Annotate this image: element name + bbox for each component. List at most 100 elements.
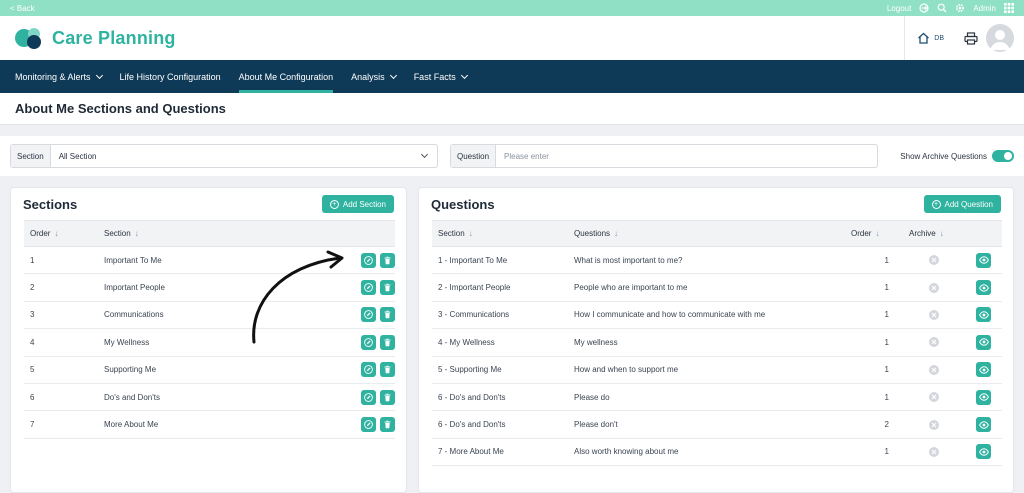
nav-monitoring-alerts[interactable]: Monitoring & Alerts [15,60,103,93]
view-question-button[interactable] [976,252,991,268]
section-order-cell: 7 [24,410,98,439]
trash-icon [384,365,391,374]
close-icon [931,339,937,345]
sort-arrow-icon[interactable]: ↓ [135,229,139,238]
back-link[interactable]: < Back [10,4,887,13]
print-button[interactable] [956,31,986,45]
table-row[interactable]: 7 More About Me [24,410,395,439]
questions-table: Section ↓ Questions ↓ Order ↓ Archive ↓ 1 - … [432,220,1002,467]
archive-button[interactable] [929,446,939,457]
archive-button[interactable] [929,255,939,266]
view-question-button[interactable] [976,362,991,378]
edit-section-button[interactable] [361,307,376,323]
table-row[interactable]: 2 - Important People People who are impor… [432,273,1002,302]
section-order-cell: 6 [24,383,98,412]
delete-section-button[interactable] [380,362,395,378]
trash-icon [384,338,391,347]
table-row[interactable]: 5 - Supporting Me How and when to support… [432,356,1002,384]
sort-arrow-icon[interactable]: ↓ [875,229,879,238]
apps-grid-icon[interactable] [1004,3,1014,13]
column-header-order[interactable]: Order ↓ [845,220,903,247]
view-question-button[interactable] [976,444,991,460]
section-filter-value[interactable]: All Section [51,145,422,167]
edit-section-button[interactable] [361,252,376,268]
archive-button[interactable] [929,282,939,293]
column-header-archive[interactable]: Archive ↓ [903,220,965,247]
view-question-button[interactable] [976,280,991,296]
column-header-order[interactable]: Order ↓ [24,220,98,247]
edit-section-button[interactable] [361,334,376,350]
archive-button[interactable] [929,364,939,375]
delete-section-button[interactable] [380,280,395,296]
question-text-cell: How I communicate and how to communicate… [568,301,845,330]
section-actions-cell [332,356,395,384]
edit-section-button[interactable] [361,280,376,296]
view-question-button[interactable] [976,389,991,405]
question-section-cell: 3 - Communications [432,301,568,330]
question-section-cell: 6 - Do's and Don'ts [432,410,568,439]
add-question-button[interactable]: + Add Question [923,195,1001,213]
section-order-cell: 4 [24,328,98,357]
table-row[interactable]: 3 - Communications How I communicate and … [432,301,1002,330]
edit-section-button[interactable] [361,417,376,433]
section-filter[interactable]: Section All Section [10,144,438,168]
eye-icon [978,393,989,401]
archive-button[interactable] [929,392,939,403]
show-archive-toggle[interactable]: Show Archive Questions [900,150,1014,162]
edit-section-button[interactable] [361,389,376,405]
view-question-button[interactable] [976,307,991,323]
home-icon [918,32,930,44]
question-search-input[interactable]: Please enter [496,145,877,167]
delete-section-button[interactable] [380,334,395,350]
add-section-button[interactable]: + Add Section [321,195,394,213]
chevron-down-icon[interactable] [420,150,429,159]
archive-button[interactable] [929,309,939,320]
nav-item-label: Analysis [351,71,385,82]
table-row[interactable]: 6 Do's and Don'ts [24,383,395,412]
column-header-section[interactable]: Section ↓ [432,220,568,247]
search-icon[interactable] [937,3,947,13]
table-row[interactable]: 6 - Do's and Don'ts Please don't 2 [432,410,1002,439]
column-header-questions[interactable]: Questions ↓ [568,220,845,247]
column-header-section[interactable]: Section ↓ [98,220,332,247]
nav-analysis[interactable]: Analysis [351,60,397,93]
archive-button[interactable] [929,419,939,430]
view-question-button[interactable] [976,334,991,350]
section-filter-label: Section [11,145,51,167]
plus-circle-icon: + [329,199,339,209]
close-icon [931,422,937,427]
gear-icon[interactable] [955,3,965,13]
table-row[interactable]: 1 - Important To Me What is most importan… [432,246,1002,275]
delete-section-button[interactable] [380,417,395,433]
page-header: About Me Sections and Questions [0,93,1024,125]
archive-button[interactable] [929,337,939,348]
view-question-button[interactable] [976,417,991,433]
nav-about-me-configuration[interactable]: About Me Configuration [238,60,333,93]
nav-life-history-configuration[interactable]: Life History Configuration [120,60,221,93]
table-row[interactable]: 6 - Do's and Don'ts Please do 1 [432,383,1002,412]
delete-section-button[interactable] [380,307,395,323]
table-row[interactable]: 4 - My Wellness My wellness 1 [432,328,1002,357]
home-button[interactable]: DB [904,16,956,60]
pencil-icon [364,420,373,429]
avatar[interactable] [986,24,1014,52]
logout-icon[interactable] [919,3,929,13]
section-order-cell: 1 [24,246,98,275]
question-archive-cell [903,356,965,384]
delete-section-button[interactable] [380,252,395,268]
question-filter[interactable]: Question Please enter [450,144,878,168]
table-row[interactable]: 5 Supporting Me [24,356,395,384]
toggle-switch[interactable] [992,150,1014,162]
sort-arrow-icon[interactable]: ↓ [614,229,618,238]
delete-section-button[interactable] [380,389,395,405]
nav-fast-facts[interactable]: Fast Facts [414,60,468,93]
question-section-cell: 6 - Do's and Don'ts [432,383,568,412]
sort-arrow-icon[interactable]: ↓ [940,229,944,238]
brand[interactable]: Care Planning [14,27,176,49]
edit-section-button[interactable] [361,362,376,378]
sort-arrow-icon[interactable]: ↓ [54,229,58,238]
sort-arrow-icon[interactable]: ↓ [469,229,473,238]
logout-link[interactable]: Logout [887,4,911,13]
admin-label[interactable]: Admin [973,4,996,13]
table-row[interactable]: 7 - More About Me Also worth knowing abou… [432,438,1002,467]
